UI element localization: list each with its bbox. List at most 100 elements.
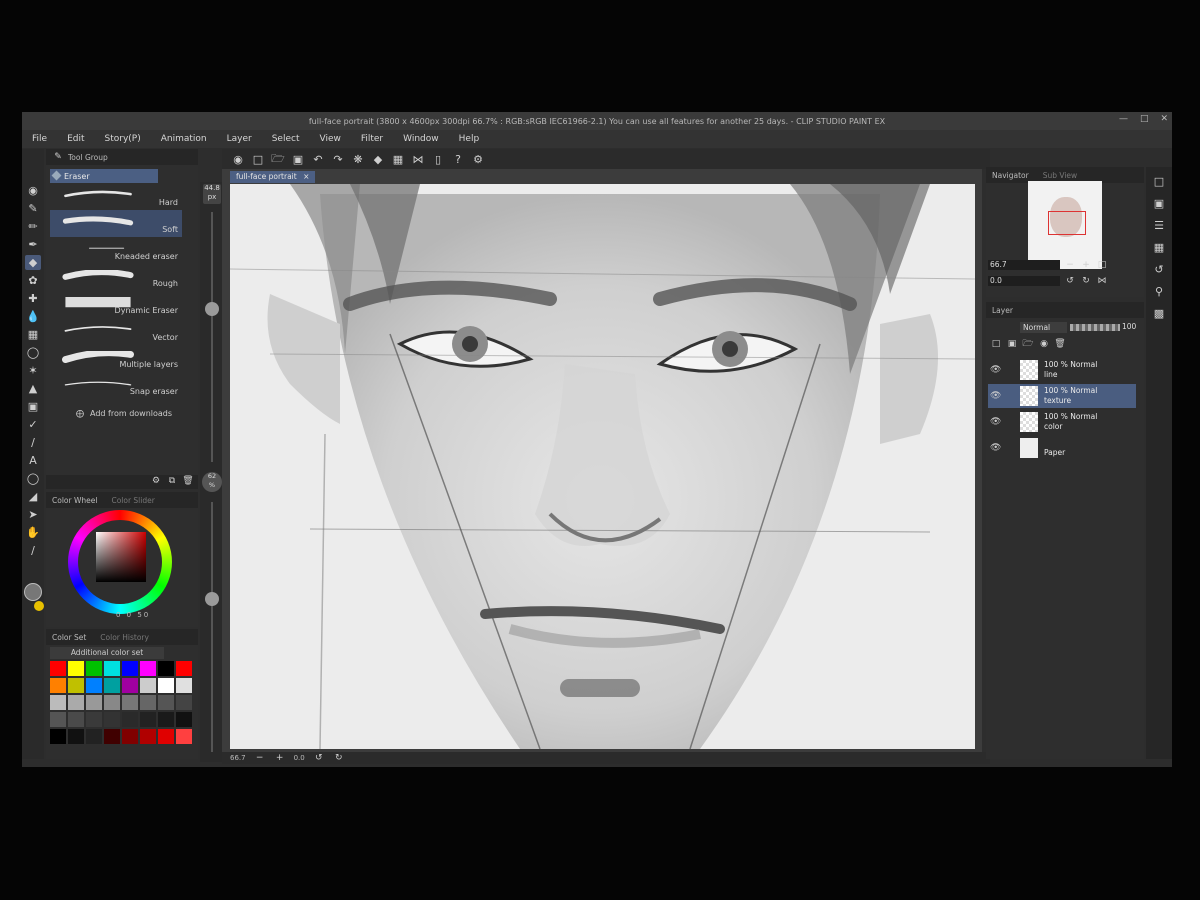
nav-rotate-left-icon[interactable]: ↺ <box>1064 275 1076 287</box>
navigator-rotation-field[interactable]: 0.0 <box>988 276 1060 286</box>
eyedropper-tool-icon[interactable]: ✓ <box>25 417 41 432</box>
pen-tool-icon[interactable]: ✎ <box>25 201 41 216</box>
menu-filter[interactable]: Filter <box>351 134 393 144</box>
color-history-tab[interactable]: Color History <box>100 633 149 642</box>
new-folder-icon[interactable]: 🗁 <box>1022 338 1034 350</box>
duplicate-subtool-icon[interactable]: ⧉ <box>166 475 178 487</box>
color-swatch[interactable] <box>176 712 192 727</box>
menu-story[interactable]: Story(P) <box>95 134 151 144</box>
decoration-tool-icon[interactable]: ✿ <box>25 273 41 288</box>
sub-view-tab[interactable]: Sub View <box>1043 171 1077 180</box>
zoom-tool-icon[interactable]: ◉ <box>25 183 41 198</box>
nav-zoom-out-icon[interactable]: − <box>1064 259 1076 271</box>
menu-animation[interactable]: Animation <box>151 134 217 144</box>
menu-view[interactable]: View <box>309 134 350 144</box>
color-swatch[interactable] <box>50 661 66 676</box>
undo-icon[interactable]: ↶ <box>310 151 326 167</box>
brush-hard[interactable]: Hard <box>50 183 182 210</box>
menu-select[interactable]: Select <box>262 134 310 144</box>
help-icon[interactable]: ? <box>450 151 466 167</box>
color-swatch[interactable] <box>140 678 156 693</box>
delete-subtool-icon[interactable]: 🗑 <box>182 475 194 487</box>
subtool-settings-icon[interactable]: ⚙ <box>150 475 162 487</box>
layer-row[interactable]: 👁 100 % Normal texture <box>988 384 1136 408</box>
auto-select-icon[interactable]: ✶ <box>25 363 41 378</box>
document-tab[interactable]: full-face portrait × <box>230 171 316 183</box>
pencil-tool-icon[interactable]: ✏ <box>25 219 41 234</box>
color-swatch[interactable] <box>122 729 138 744</box>
brush-snap-eraser[interactable]: Snap eraser <box>50 372 182 399</box>
settings-icon[interactable]: ⚙ <box>470 151 486 167</box>
color-swatch[interactable] <box>68 729 84 744</box>
history-icon[interactable]: ↺ <box>1151 261 1167 277</box>
blend-mode-dropdown[interactable]: Normal <box>1020 322 1067 333</box>
color-swatch[interactable] <box>68 661 84 676</box>
color-set-dropdown[interactable]: Additional color set <box>50 647 164 659</box>
transform-icon[interactable]: ▦ <box>390 151 406 167</box>
move-tool-icon[interactable]: ✚ <box>25 291 41 306</box>
color-swatch[interactable] <box>140 712 156 727</box>
brush-soft[interactable]: Soft <box>50 210 182 237</box>
material-icon[interactable]: ▦ <box>1151 239 1167 255</box>
line-tool-icon[interactable]: ∕ <box>25 435 41 450</box>
color-swatch[interactable] <box>122 661 138 676</box>
minimize-icon[interactable]: — <box>1119 114 1128 124</box>
correct-line-icon[interactable]: ➤ <box>25 507 41 522</box>
brush-vector[interactable]: Vector <box>50 318 182 345</box>
hand-tool-icon[interactable]: ✋ <box>25 525 41 540</box>
visibility-eye-icon[interactable]: 👁 <box>990 391 1001 401</box>
layer-row[interactable]: 👁 100 % Normal line <box>988 358 1136 382</box>
color-swatch[interactable] <box>104 695 120 710</box>
zoom-in-icon[interactable]: + <box>274 752 286 764</box>
save-icon[interactable]: ▣ <box>290 151 306 167</box>
color-swatch[interactable] <box>50 712 66 727</box>
color-swatch[interactable] <box>104 729 120 744</box>
brush-dynamic-eraser[interactable]: Dynamic Eraser <box>50 291 182 318</box>
color-swatch[interactable] <box>50 678 66 693</box>
size-knob[interactable] <box>205 302 219 316</box>
nav-rotate-right-icon[interactable]: ↻ <box>1080 275 1092 287</box>
fill-tool-icon[interactable]: ▲ <box>25 381 41 396</box>
color-slider-tab[interactable]: Color Slider <box>111 496 154 505</box>
balloon-tool-icon[interactable]: ◯ <box>25 471 41 486</box>
smartphone-icon[interactable]: ▯ <box>430 151 446 167</box>
new-file-icon[interactable]: □ <box>250 151 266 167</box>
gradient-tool-icon[interactable]: ▣ <box>25 399 41 414</box>
close-tab-icon[interactable]: × <box>303 172 309 181</box>
color-swatch[interactable] <box>158 661 174 676</box>
menu-file[interactable]: File <box>22 134 57 144</box>
nav-fit-icon[interactable]: □ <box>1096 259 1108 271</box>
brush-rough[interactable]: Rough <box>50 264 182 291</box>
color-swatch[interactable] <box>68 712 84 727</box>
open-folder-icon[interactable]: 🗁 <box>270 151 286 167</box>
color-swatch[interactable] <box>158 729 174 744</box>
nav-zoom-in-icon[interactable]: + <box>1080 259 1092 271</box>
new-raster-layer-icon[interactable]: □ <box>990 338 1002 350</box>
layer-opacity-value[interactable]: 100 <box>1122 322 1136 331</box>
color-swatch[interactable] <box>176 678 192 693</box>
layer-property-icon[interactable]: ▣ <box>1151 195 1167 211</box>
color-swatch[interactable] <box>158 712 174 727</box>
opacity-knob[interactable] <box>205 592 219 606</box>
close-icon[interactable]: ✕ <box>1160 114 1168 124</box>
color-swatch[interactable] <box>140 695 156 710</box>
navigator-panel-icon[interactable]: □ <box>1151 173 1167 189</box>
color-swatch[interactable] <box>86 661 102 676</box>
color-swatch[interactable] <box>68 678 84 693</box>
navigator-thumbnail[interactable] <box>1028 181 1102 269</box>
clear-icon[interactable]: ❋ <box>350 151 366 167</box>
nav-flip-icon[interactable]: ⋈ <box>1096 275 1108 287</box>
zoom-out-icon[interactable]: − <box>254 752 266 764</box>
menu-window[interactable]: Window <box>393 134 449 144</box>
color-wheel-tab[interactable]: Color Wheel <box>52 496 97 505</box>
eraser-tool-icon[interactable]: ◆ <box>25 255 41 270</box>
color-swatch[interactable] <box>86 678 102 693</box>
visibility-eye-icon[interactable]: 👁 <box>990 443 1001 453</box>
color-swatch[interactable] <box>86 712 102 727</box>
saturation-value-square[interactable] <box>96 532 146 582</box>
navigator-zoom-field[interactable]: 66.7 <box>988 260 1060 270</box>
item-bank-icon[interactable]: ▩ <box>1151 305 1167 321</box>
visibility-eye-icon[interactable]: 👁 <box>990 365 1001 375</box>
menu-help[interactable]: Help <box>449 134 490 144</box>
main-color-swatch[interactable] <box>22 579 44 619</box>
